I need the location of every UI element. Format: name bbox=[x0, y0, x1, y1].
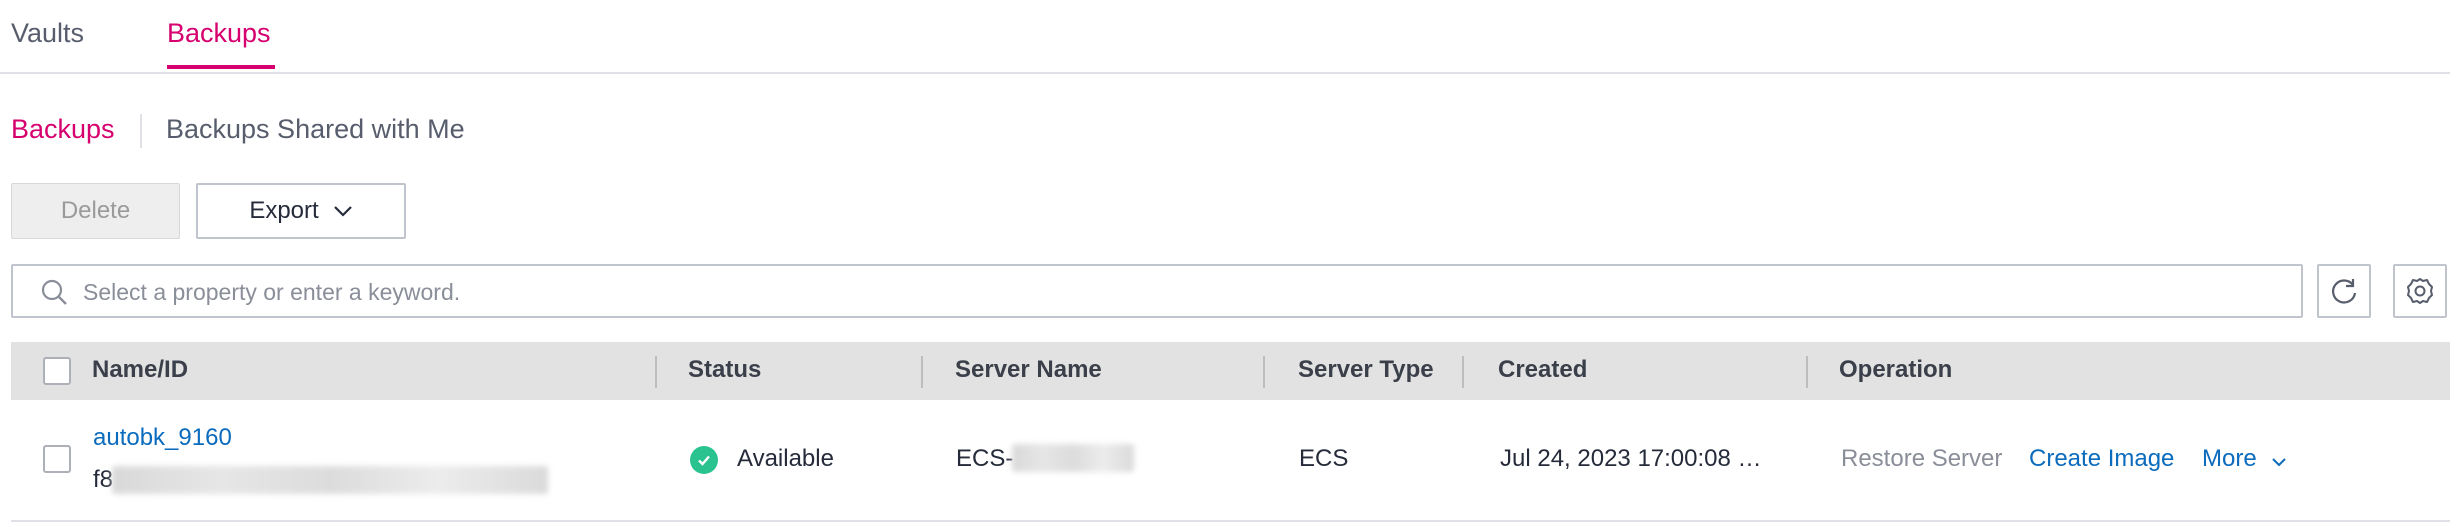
export-button[interactable]: Export bbox=[196, 183, 406, 239]
export-button-label: Export bbox=[249, 197, 319, 224]
column-header-name-id: Name/ID bbox=[92, 356, 189, 383]
chevron-down-icon bbox=[2271, 446, 2287, 474]
status-text: Available bbox=[737, 445, 834, 472]
select-all-checkbox[interactable] bbox=[43, 357, 71, 385]
tab-vaults[interactable]: Vaults bbox=[11, 18, 84, 49]
tab-backups[interactable]: Backups bbox=[167, 18, 271, 49]
chevron-down-icon bbox=[333, 205, 353, 217]
more-menu-button[interactable]: More bbox=[2202, 445, 2287, 474]
redacted-server-name bbox=[1012, 444, 1134, 472]
column-divider[interactable] bbox=[1462, 356, 1464, 388]
check-circle-icon bbox=[690, 446, 718, 474]
search-input[interactable] bbox=[81, 268, 2285, 316]
subtab-divider bbox=[140, 114, 142, 148]
refresh-icon bbox=[2329, 276, 2359, 306]
create-image-link[interactable]: Create Image bbox=[2029, 445, 2174, 473]
delete-button-label: Delete bbox=[60, 197, 131, 224]
backup-name-link[interactable]: autobk_9160 bbox=[93, 424, 232, 452]
column-divider[interactable] bbox=[655, 356, 657, 388]
column-divider[interactable] bbox=[1806, 356, 1808, 388]
top-tab-bar: Vaults Backups bbox=[0, 0, 2450, 74]
table-header: Name/ID Status Server Name Server Type C… bbox=[11, 342, 2450, 400]
table-row: autobk_9160 f8 Available ECS- ECS Jul 24… bbox=[11, 400, 2450, 522]
gear-icon bbox=[2405, 276, 2435, 306]
redacted-backup-id bbox=[112, 466, 548, 494]
subtab-backups[interactable]: Backups bbox=[11, 114, 115, 145]
search-icon bbox=[40, 278, 68, 311]
column-header-server-type: Server Type bbox=[1298, 356, 1434, 383]
server-name: ECS- bbox=[956, 445, 1014, 472]
column-header-server-name: Server Name bbox=[955, 356, 1102, 383]
refresh-button[interactable] bbox=[2317, 264, 2371, 318]
column-divider[interactable] bbox=[1263, 356, 1265, 388]
restore-server-button[interactable]: Restore Server bbox=[1841, 445, 2002, 473]
server-type: ECS bbox=[1299, 445, 1349, 472]
row-checkbox[interactable] bbox=[43, 445, 71, 473]
search-box[interactable] bbox=[11, 264, 2303, 318]
settings-button[interactable] bbox=[2393, 264, 2447, 318]
column-header-created: Created bbox=[1498, 356, 1588, 383]
delete-button[interactable]: Delete bbox=[11, 183, 180, 239]
more-label: More bbox=[2202, 445, 2257, 472]
subtab-shared-with-me[interactable]: Backups Shared with Me bbox=[166, 114, 465, 145]
column-divider[interactable] bbox=[921, 356, 923, 388]
created-time: Jul 24, 2023 17:00:08 … bbox=[1500, 445, 1762, 472]
column-header-operation: Operation bbox=[1839, 356, 1953, 383]
active-tab-indicator bbox=[167, 65, 275, 69]
backup-id: f8 bbox=[93, 466, 114, 493]
column-header-status: Status bbox=[688, 356, 762, 383]
